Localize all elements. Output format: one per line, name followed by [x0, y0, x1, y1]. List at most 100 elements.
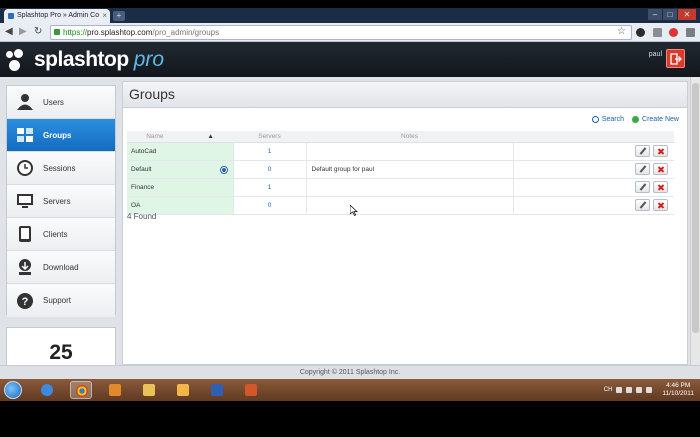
- column-header-notes[interactable]: Notes: [306, 131, 513, 143]
- group-name[interactable]: AutoCad: [127, 142, 233, 161]
- system-tray: CH 4:46 PM 11/10/2011: [604, 379, 694, 401]
- splashtop-logo: splashtop pro: [6, 47, 164, 73]
- clock-icon: [17, 160, 33, 176]
- sidebar-item-groups[interactable]: Groups: [7, 119, 115, 152]
- bookmark-star-icon[interactable]: ☆: [617, 27, 626, 37]
- sidebar-item-download[interactable]: Download: [7, 251, 115, 284]
- clock-time: 4:46 PM: [666, 382, 691, 389]
- edit-button[interactable]: [635, 181, 650, 193]
- table-header: Name ▲ Servers Notes: [127, 131, 674, 143]
- tab-title: Splashtop Pro » Admin Co: [17, 12, 100, 19]
- maximize-button[interactable]: □: [663, 9, 677, 20]
- url-scheme: https://: [63, 28, 88, 37]
- taskbar-word-button[interactable]: [206, 381, 228, 399]
- sort-ascending-icon: ▲: [207, 132, 214, 140]
- folder-icon: [143, 384, 155, 396]
- input-language[interactable]: CH: [604, 387, 613, 393]
- tablet-icon: [19, 226, 31, 242]
- tray-icon[interactable]: [616, 387, 623, 393]
- edit-button[interactable]: [635, 145, 650, 157]
- browser-tab[interactable]: Splashtop Pro » Admin Co ×: [4, 9, 110, 23]
- table-row[interactable]: Default 0 Default group for paul: [127, 160, 674, 179]
- brand-suffix: pro: [133, 48, 165, 71]
- taskbar: CH 4:46 PM 11/10/2011: [0, 379, 700, 401]
- sidebar-item-servers[interactable]: Servers: [7, 185, 115, 218]
- page-scrollbar[interactable]: [690, 77, 700, 365]
- edit-button[interactable]: [635, 163, 650, 175]
- current-user: paul: [648, 51, 662, 58]
- word-icon: [211, 384, 223, 396]
- taskbar-app-button[interactable]: [172, 381, 194, 399]
- table-row[interactable]: AutoCad 1: [127, 142, 674, 161]
- clock[interactable]: 4:46 PM 11/10/2011: [662, 382, 694, 398]
- logout-button[interactable]: [666, 49, 685, 68]
- taskbar-chrome-button[interactable]: [70, 381, 92, 399]
- app-body: Users Groups Sessions Servers Clients Do…: [0, 77, 690, 367]
- svg-text:?: ?: [22, 296, 29, 308]
- start-button[interactable]: [4, 381, 22, 399]
- favicon-icon: [8, 13, 14, 19]
- powerpoint-icon: [245, 384, 257, 396]
- mouse-cursor-icon: [350, 205, 358, 216]
- sidebar-item-clients[interactable]: Clients: [7, 218, 115, 251]
- screen: Splashtop Pro » Admin Co × + – □ ✕ ◀ ▶ ↻…: [0, 0, 700, 437]
- sidebar-nav: Users Groups Sessions Servers Clients Do…: [6, 85, 116, 317]
- group-notes: [305, 142, 513, 161]
- tray-icon[interactable]: [626, 387, 633, 393]
- user-icon: [17, 94, 33, 110]
- delete-button[interactable]: [653, 163, 668, 175]
- taskbar-explorer-button[interactable]: [138, 381, 160, 399]
- forward-icon[interactable]: ▶: [19, 26, 27, 37]
- clock-date: 11/10/2011: [662, 390, 694, 397]
- new-tab-button[interactable]: +: [113, 11, 125, 21]
- wrench-icon[interactable]: [686, 28, 695, 37]
- column-header-servers[interactable]: Servers: [233, 131, 306, 143]
- server-count[interactable]: 1: [232, 142, 306, 161]
- extension-icon[interactable]: [653, 28, 662, 37]
- sidebar-item-sessions[interactable]: Sessions: [7, 152, 115, 185]
- edit-button[interactable]: [635, 199, 650, 211]
- group-name[interactable]: Finance: [127, 178, 233, 197]
- group-name: Default: [131, 165, 152, 173]
- reload-icon[interactable]: ↻: [34, 26, 42, 37]
- volume-icon[interactable]: [646, 387, 653, 393]
- url-path: /pro_admin/groups: [152, 28, 220, 37]
- default-group-radio[interactable]: [219, 165, 228, 174]
- close-window-button[interactable]: ✕: [678, 9, 696, 20]
- search-button[interactable]: Search: [591, 116, 624, 123]
- taskbar-media-button[interactable]: [104, 381, 126, 399]
- help-icon: ?: [17, 292, 33, 309]
- server-count[interactable]: 0: [232, 196, 306, 215]
- server-count[interactable]: 0: [232, 160, 306, 179]
- media-player-icon: [109, 384, 121, 396]
- taskbar-powerpoint-button[interactable]: [240, 381, 262, 399]
- network-icon[interactable]: [636, 387, 643, 393]
- delete-button[interactable]: [653, 181, 668, 193]
- create-new-label: Create New: [642, 116, 679, 123]
- tab-close-icon[interactable]: ×: [102, 11, 107, 20]
- sidebar-item-label: Servers: [43, 196, 71, 206]
- counter-widget: 25: [6, 327, 116, 367]
- logout-icon: [670, 53, 682, 65]
- column-header-name[interactable]: Name ▲: [127, 131, 233, 143]
- table-row[interactable]: Finance 1: [127, 178, 674, 197]
- delete-button[interactable]: [653, 199, 668, 211]
- taskbar-ie-button[interactable]: [36, 381, 58, 399]
- address-bar[interactable]: https://pro.splashtop.com/pro_admin/grou…: [50, 25, 632, 40]
- sidebar-item-support[interactable]: ? Support: [7, 284, 115, 317]
- minimize-button[interactable]: –: [648, 9, 662, 20]
- sidebar-item-users[interactable]: Users: [7, 86, 115, 119]
- chrome-icon: [76, 385, 88, 397]
- panel-actions: Search Create New: [591, 116, 679, 123]
- delete-button[interactable]: [653, 145, 668, 157]
- create-new-button[interactable]: Create New: [632, 116, 679, 123]
- table-row[interactable]: OA 0: [127, 196, 674, 215]
- scrollbar-thumb[interactable]: [692, 83, 699, 333]
- brand-name: splashtop: [34, 48, 129, 71]
- row-actions: [512, 196, 674, 215]
- group-name-cell[interactable]: Default: [127, 160, 233, 179]
- extension-icon[interactable]: [669, 28, 678, 37]
- extension-icon[interactable]: [636, 28, 645, 37]
- back-icon[interactable]: ◀: [5, 26, 13, 37]
- server-count[interactable]: 1: [232, 178, 306, 197]
